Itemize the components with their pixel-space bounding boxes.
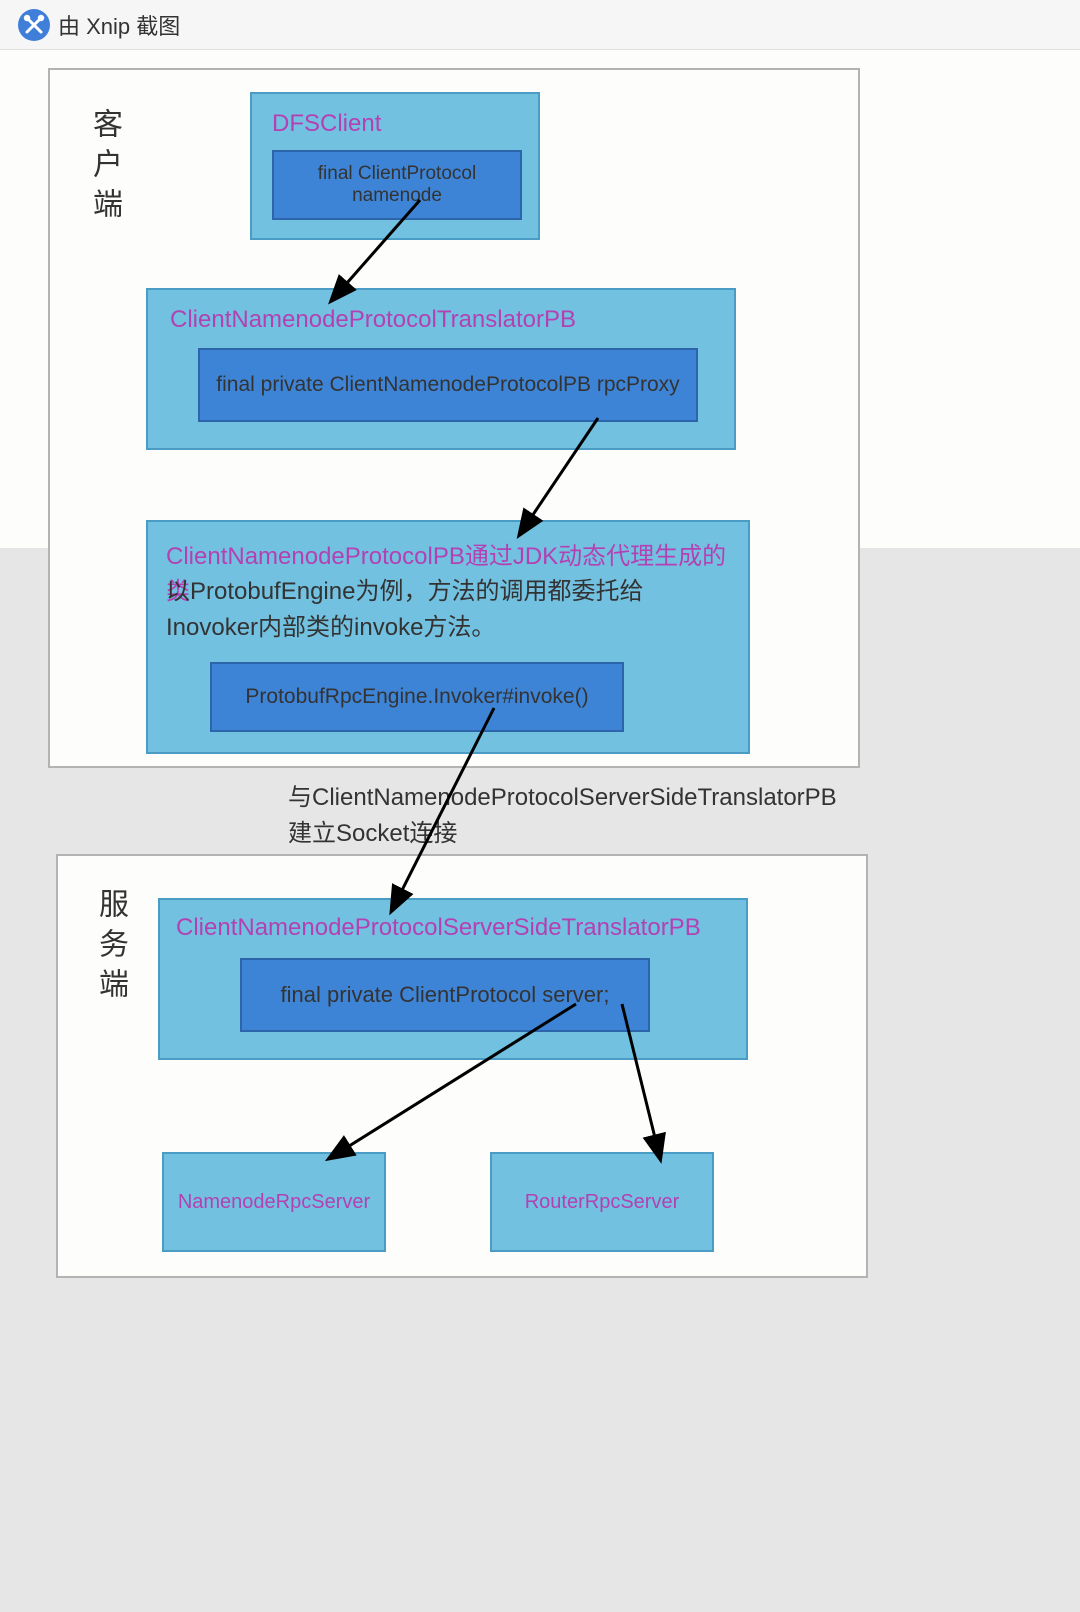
dfsclient-field-box: final ClientProtocol namenode — [272, 150, 522, 220]
jdk-proxy-field-box: ProtobufRpcEngine.Invoker#invoke() — [210, 662, 624, 732]
client-translator-field-box: final private ClientNamenodeProtocolPB r… — [198, 348, 698, 422]
server-translator-field-text: final private ClientProtocol server; — [281, 982, 610, 1008]
server-panel-label: 服务端 — [88, 888, 132, 1008]
jdk-proxy-field-text: ProtobufRpcEngine.Invoker#invoke() — [245, 685, 588, 709]
xnip-logo-icon — [18, 9, 50, 41]
client-translator-field-text: final private ClientNamenodeProtocolPB r… — [216, 373, 679, 397]
dfsclient-field-text: final ClientProtocol namenode — [274, 163, 520, 207]
router-rpcserver-label: RouterRpcServer — [525, 1191, 680, 1214]
namenode-rpcserver-box: NamenodeRpcServer — [162, 1152, 386, 1252]
socket-note-line2: 建立Socket连接 — [288, 816, 457, 852]
jdk-proxy-box: ClientNamenodeProtocolPB通过JDK动态代理生成的类 以P… — [146, 520, 750, 754]
dfsclient-title: DFSClient — [272, 110, 381, 138]
server-translator-title: ClientNamenodeProtocolServerSideTranslat… — [176, 914, 701, 942]
client-translator-box: ClientNamenodeProtocolTranslatorPB final… — [146, 288, 736, 450]
client-translator-title: ClientNamenodeProtocolTranslatorPB — [170, 306, 576, 334]
client-panel: 客户端 DFSClient final ClientProtocol namen… — [48, 68, 860, 768]
socket-note-line1: 与ClientNamenodeProtocolServerSideTransla… — [288, 780, 837, 816]
server-panel: 服务端 ClientNamenodeProtocolServerSideTran… — [56, 854, 868, 1278]
dfsclient-box: DFSClient final ClientProtocol namenode — [250, 92, 540, 240]
server-translator-box: ClientNamenodeProtocolServerSideTranslat… — [158, 898, 748, 1060]
router-rpcserver-box: RouterRpcServer — [490, 1152, 714, 1252]
namenode-rpcserver-label: NamenodeRpcServer — [178, 1191, 370, 1214]
client-panel-label: 客户端 — [82, 108, 126, 228]
watermark-text: 由 Xnip 截图 — [58, 9, 180, 41]
jdk-proxy-desc: 以ProtobufEngine为例，方法的调用都委托给Inovoker内部类的i… — [166, 574, 726, 646]
server-translator-field-box: final private ClientProtocol server; — [240, 958, 650, 1032]
watermark-bar: 由 Xnip 截图 — [0, 0, 1080, 50]
